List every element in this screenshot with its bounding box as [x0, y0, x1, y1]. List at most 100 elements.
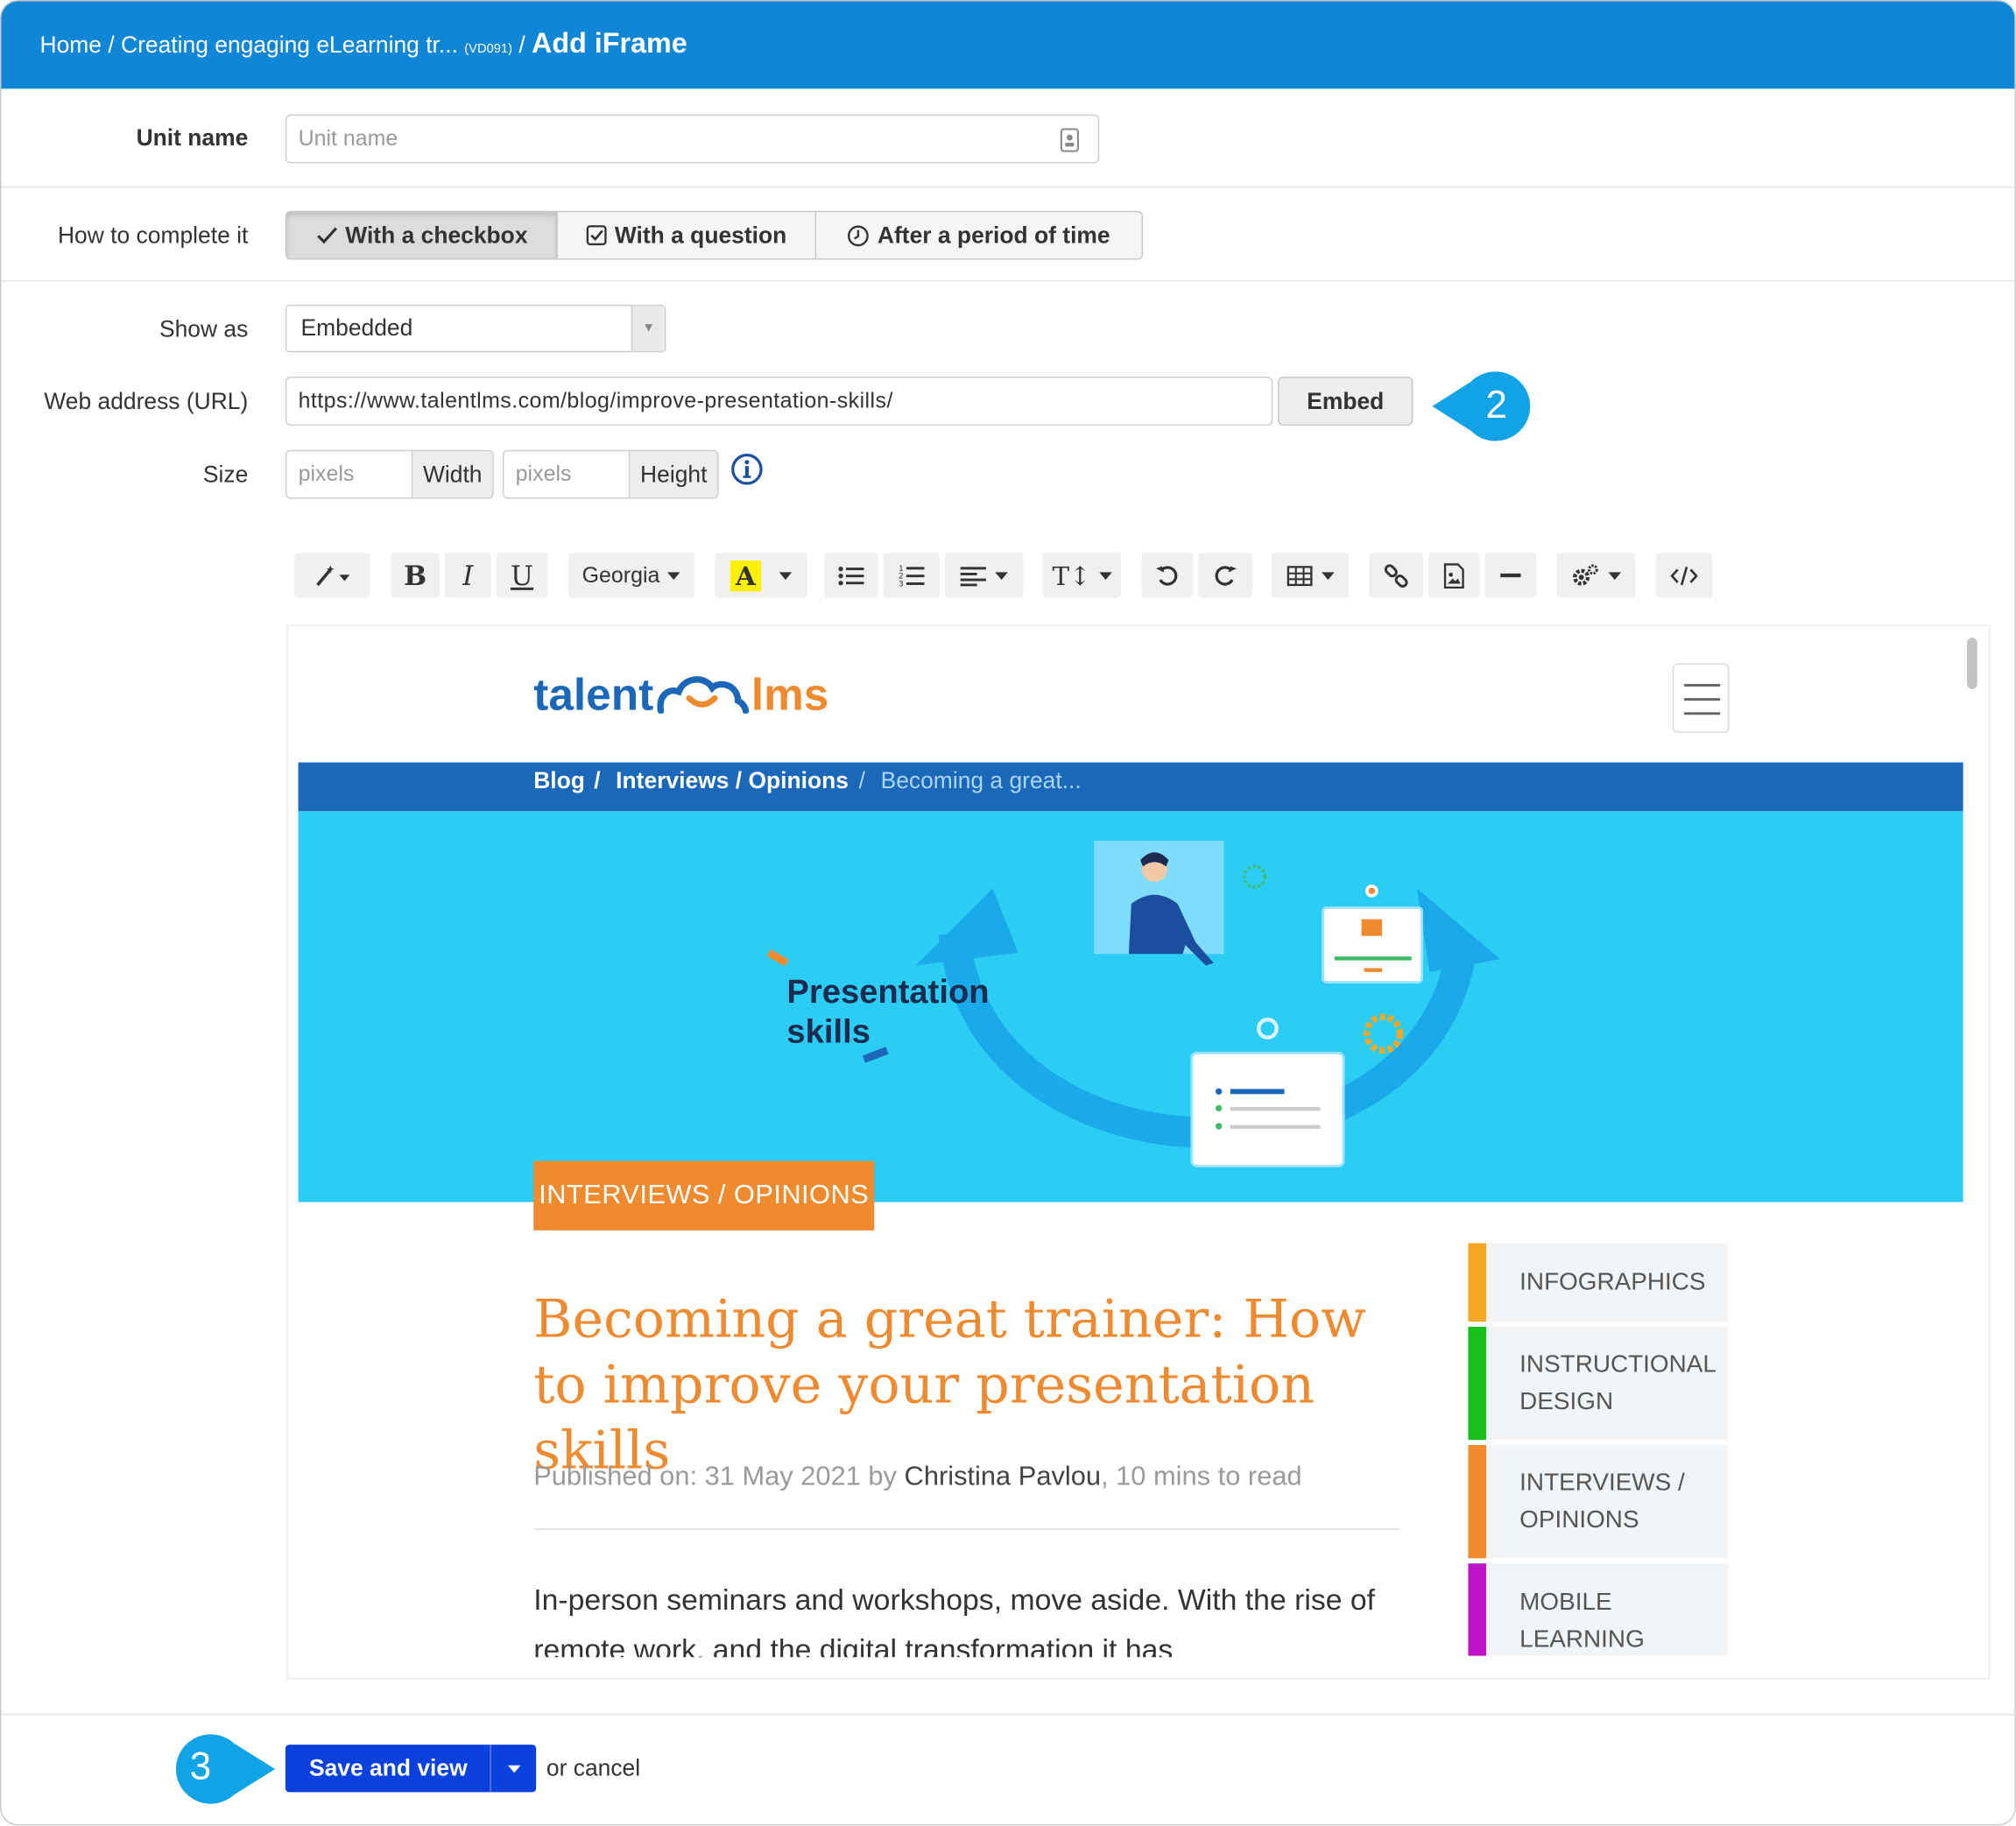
category-label: INTERVIEWS / [1519, 1469, 1685, 1497]
text-color-icon: A [730, 560, 761, 591]
course-code: (VD091) [464, 42, 512, 57]
contact-card-icon [1060, 128, 1079, 152]
save-and-view-button[interactable]: Save and view [285, 1745, 537, 1793]
chevron-down-icon: ▼ [631, 306, 665, 351]
code-view-button[interactable] [1655, 553, 1713, 598]
magic-wand-button[interactable] [294, 553, 370, 598]
blog-crumb-separator: / [594, 767, 601, 793]
breadcrumb-course[interactable]: Creating engaging eLearning tr... [121, 32, 458, 58]
article-body: In-person seminars and workshops, move a… [533, 1583, 1376, 1658]
chevron-down-icon [667, 571, 680, 580]
italic-button[interactable]: I [444, 553, 491, 598]
bullet-list-button[interactable] [823, 553, 878, 598]
embed-button[interactable]: Embed [1278, 377, 1413, 426]
table-dropdown[interactable] [1271, 553, 1349, 598]
unit-name-placeholder: Unit name [298, 125, 398, 151]
category-color-bar [1468, 1563, 1487, 1656]
category-label: LEARNING [1519, 1626, 1645, 1653]
breadcrumb-home[interactable]: Home [40, 32, 102, 58]
option-checkbox-label: With a checkbox [345, 222, 528, 248]
logo-text-talent: talent [533, 669, 654, 721]
checked-box-icon [586, 225, 607, 246]
font-family-dropdown[interactable]: Georgia [567, 553, 694, 598]
text-color-button[interactable]: A [715, 553, 807, 598]
step-2-number: 2 [1485, 384, 1508, 427]
presentation-illustration [766, 841, 1501, 1167]
category-label: OPINIONS [1519, 1506, 1639, 1534]
text-size-icon: T↕ [1052, 560, 1091, 591]
chevron-down-icon [1321, 571, 1335, 580]
undo-icon [1155, 565, 1178, 585]
horizontal-rule-button[interactable] [1484, 553, 1537, 598]
category-color-bar [1468, 1326, 1487, 1441]
magic-wand-icon [315, 565, 349, 586]
category-mobile-learning[interactable]: MOBILE LEARNING [1468, 1563, 1728, 1656]
divider [1, 280, 2015, 282]
height-placeholder: pixels [515, 462, 572, 486]
width-placeholder: pixels [298, 462, 355, 486]
hamburger-menu-icon[interactable] [1672, 663, 1730, 733]
category-infographics[interactable]: INFOGRAPHICS [1468, 1243, 1728, 1322]
underline-button[interactable]: U [496, 553, 548, 598]
info-icon[interactable] [730, 453, 764, 486]
breadcrumb-separator: / [101, 32, 122, 59]
step-3-number: 3 [189, 1745, 212, 1788]
save-and-view-label: Save and view [308, 1754, 468, 1781]
undo-button[interactable] [1141, 553, 1194, 598]
code-view-icon [1670, 566, 1698, 585]
height-addon: Height [628, 449, 719, 499]
bold-button[interactable]: B [391, 553, 441, 598]
url-input[interactable]: https://www.talentlms.com/blog/improve-p… [285, 377, 1273, 426]
align-dropdown[interactable] [944, 553, 1024, 598]
blog-crumb-blog[interactable]: Blog [533, 767, 585, 794]
width-addon: Width [411, 449, 494, 499]
article-headline: Becoming a great trainer: How to improve… [533, 1287, 1366, 1482]
bold-icon: B [404, 559, 427, 592]
option-checkbox[interactable]: With a checkbox [286, 212, 559, 259]
editor-scrollbar[interactable] [1967, 638, 1977, 689]
category-instructional-design[interactable]: INSTRUCTIONAL DESIGN [1468, 1326, 1728, 1441]
show-as-select[interactable]: Embedded ▼ [285, 304, 666, 353]
chevron-down-icon [779, 571, 792, 580]
link-icon [1384, 563, 1408, 588]
category-label: DESIGN [1519, 1388, 1614, 1416]
italic-icon: I [462, 560, 474, 591]
option-question-label: With a question [614, 222, 787, 248]
category-color-bar [1468, 1243, 1487, 1322]
url-value: https://www.talentlms.com/blog/improve-p… [298, 388, 893, 413]
option-time[interactable]: After a period of time [816, 212, 1142, 259]
redo-button[interactable] [1198, 553, 1252, 598]
divider [1, 1713, 2015, 1716]
height-input[interactable]: pixels [502, 449, 631, 499]
blog-crumb-category[interactable]: Interviews / Opinions [616, 767, 849, 794]
meta-author[interactable]: Christina Pavlou [905, 1462, 1101, 1491]
chevron-down-icon [995, 571, 1008, 580]
save-options-dropdown[interactable] [490, 1745, 536, 1793]
cancel-link[interactable]: or cancel [546, 1755, 640, 1782]
meta-published: Published on: 31 May 2021 by [533, 1462, 905, 1491]
clock-icon [848, 224, 870, 246]
blog-crumb-current: Becoming a great... [880, 767, 1082, 793]
numbered-list-button[interactable]: 123 [883, 553, 941, 598]
text-size-dropdown[interactable]: T↕ [1042, 553, 1122, 598]
show-as-label: Show as [159, 316, 249, 342]
bullet-list-icon [838, 566, 864, 585]
talentlms-logo[interactable]: talent lms [533, 670, 828, 722]
font-name: Georgia [582, 562, 660, 588]
chevron-down-icon [507, 1764, 520, 1773]
link-button[interactable] [1369, 553, 1424, 598]
settings-dropdown[interactable] [1556, 553, 1636, 598]
hero-title: Presentation skills [786, 972, 989, 1052]
category-tag[interactable]: INTERVIEWS / OPINIONS [533, 1160, 875, 1230]
option-time-label: After a period of time [877, 222, 1110, 248]
size-label: Size [202, 462, 249, 488]
chevron-down-icon [1608, 571, 1622, 580]
image-button[interactable] [1427, 553, 1480, 598]
category-label: INSTRUCTIONAL [1519, 1350, 1716, 1378]
redo-icon [1215, 565, 1237, 585]
settings-icon [1573, 563, 1598, 585]
option-question[interactable]: With a question [558, 212, 817, 259]
width-input[interactable]: pixels [285, 449, 414, 499]
unit-name-input[interactable]: Unit name [285, 114, 1100, 164]
category-interviews-opinions[interactable]: INTERVIEWS / OPINIONS [1468, 1445, 1728, 1559]
